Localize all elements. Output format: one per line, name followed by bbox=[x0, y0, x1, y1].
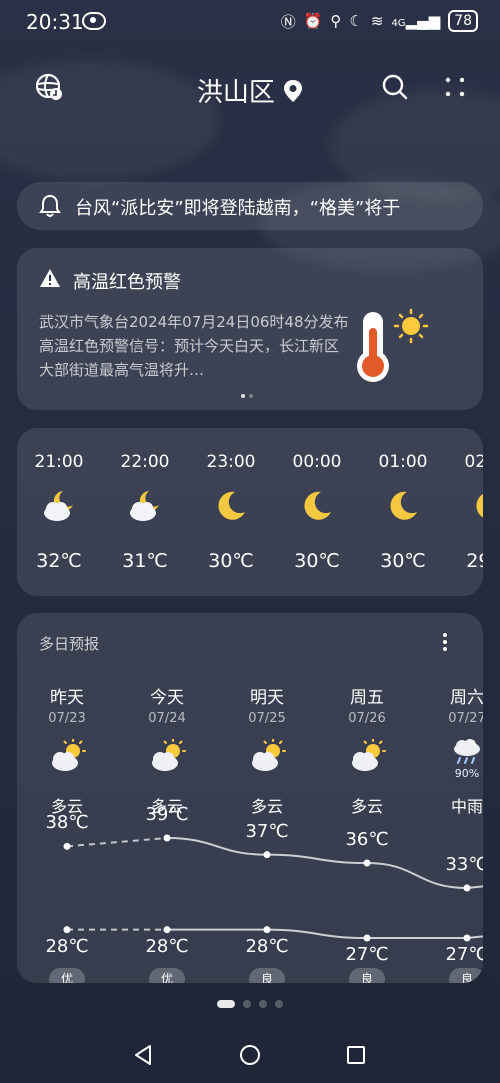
hour-time: 23:00 bbox=[206, 452, 256, 472]
high-point bbox=[63, 842, 71, 850]
status-bar: 20:31 Ⓝ ⏰ ⚲ ☾ ≋ 4G▂▄▆ 78 bbox=[0, 0, 500, 44]
low-point bbox=[363, 934, 371, 942]
high-point bbox=[163, 834, 171, 842]
high-point bbox=[363, 859, 371, 867]
wifi-icon: ≋ bbox=[370, 12, 384, 30]
heat-warning-card[interactable]: 高温红色预警 武汉市气象台2024年07月24日06时48分发布高温红色预警信号… bbox=[17, 248, 483, 410]
status-time: 20:31 bbox=[26, 10, 84, 34]
recents-icon[interactable] bbox=[345, 1044, 367, 1066]
location-icon: ⚲ bbox=[330, 12, 342, 30]
hour-temp: 31℃ bbox=[122, 550, 168, 572]
moon-status-icon: ☾ bbox=[349, 12, 363, 30]
more-menu-icon[interactable] bbox=[438, 70, 472, 104]
search-icon[interactable] bbox=[378, 70, 412, 104]
page-dot bbox=[217, 1000, 235, 1008]
alarm-icon: ⏰ bbox=[303, 12, 323, 30]
low-point bbox=[463, 934, 471, 942]
app-header: 洪山区 bbox=[0, 60, 500, 114]
bell-icon bbox=[39, 194, 61, 217]
high-temp-label: 33℃ bbox=[445, 854, 483, 875]
temperature-curve bbox=[63, 834, 483, 942]
alert-text: 台风“派比安”即将登陆越南，“格美”将于 bbox=[75, 198, 401, 219]
page-dot bbox=[243, 1000, 251, 1008]
low-point bbox=[163, 926, 171, 934]
daily-forecast-card[interactable]: 多日预报 昨天 07/23 多云优今天 07/24 多云优明天 07/25 多云良周五 07/… bbox=[17, 613, 483, 983]
city-name: 洪山区 bbox=[196, 78, 275, 108]
low-point bbox=[263, 926, 271, 934]
hourly-forecast-card[interactable]: 21:00 32℃ 22:00 31℃ 23:00 30℃ 00:00 30℃ 01:00 30℃… bbox=[17, 428, 483, 596]
hour-temp: 30℃ bbox=[380, 550, 426, 572]
moon-icon bbox=[446, 488, 483, 528]
low-temp-label: 28℃ bbox=[45, 935, 89, 957]
cloudy-moon-icon bbox=[102, 488, 188, 528]
hour-time: 21:00 bbox=[34, 452, 84, 472]
nfc-icon: Ⓝ bbox=[280, 12, 296, 31]
back-icon[interactable] bbox=[132, 1044, 154, 1066]
moon-icon bbox=[274, 488, 360, 528]
page-indicator bbox=[0, 1000, 500, 1008]
moon-icon bbox=[360, 488, 446, 528]
system-nav-bar bbox=[0, 1034, 500, 1074]
warning-icon bbox=[40, 269, 60, 287]
warning-title: 高温红色预警 bbox=[73, 272, 181, 293]
moon-icon bbox=[188, 488, 274, 528]
low-curve bbox=[167, 928, 483, 939]
hour-time: 01:00 bbox=[378, 452, 428, 472]
high-point bbox=[463, 884, 471, 892]
low-temp-label: 27℃ bbox=[445, 944, 483, 965]
high-past-segment bbox=[66, 837, 168, 848]
battery-indicator: 78 bbox=[448, 10, 478, 32]
hour-temp: 32℃ bbox=[36, 550, 82, 572]
low-temp-label: 27℃ bbox=[345, 944, 389, 965]
status-icons: Ⓝ ⏰ ⚲ ☾ ≋ 4G▂▄▆ 78 bbox=[281, 10, 478, 32]
high-temp-label: 39℃ bbox=[145, 804, 189, 825]
warning-body: 武汉市气象台2024年07月24日06时48分发布高温红色预警信号：预计今天白天… bbox=[39, 313, 349, 379]
low-temp-label: 28℃ bbox=[145, 935, 189, 957]
eye-icon bbox=[82, 12, 106, 30]
hour-temp: 30℃ bbox=[208, 550, 254, 572]
location-pin-icon bbox=[284, 80, 303, 102]
high-temp-label: 37℃ bbox=[245, 820, 289, 842]
low-point bbox=[63, 926, 71, 934]
high-point bbox=[263, 851, 271, 859]
warning-pager-dots bbox=[241, 394, 253, 398]
home-icon[interactable] bbox=[239, 1044, 261, 1066]
page-dot bbox=[275, 1000, 283, 1008]
hour-temp: 30℃ bbox=[294, 550, 340, 572]
typhoon-alert-bar[interactable]: 台风“派比安”即将登陆越南，“格美”将于 bbox=[17, 182, 483, 230]
low-temp-label: 28℃ bbox=[245, 935, 289, 957]
hour-time: 22:00 bbox=[120, 452, 170, 472]
city-title[interactable]: 洪山区 bbox=[0, 72, 500, 109]
high-temp-label: 38℃ bbox=[45, 812, 89, 834]
high-curve bbox=[166, 837, 483, 890]
signal-icon: 4G▂▄▆ bbox=[391, 12, 441, 30]
hour-time: 02:00 bbox=[464, 452, 484, 472]
page-dot bbox=[259, 1000, 267, 1008]
hour-time: 00:00 bbox=[292, 452, 342, 472]
thermometer-sun-icon bbox=[357, 308, 429, 382]
cloudy-moon-icon bbox=[17, 488, 102, 528]
hour-temp: 29℃ bbox=[466, 550, 483, 572]
high-temp-label: 36℃ bbox=[345, 829, 389, 850]
